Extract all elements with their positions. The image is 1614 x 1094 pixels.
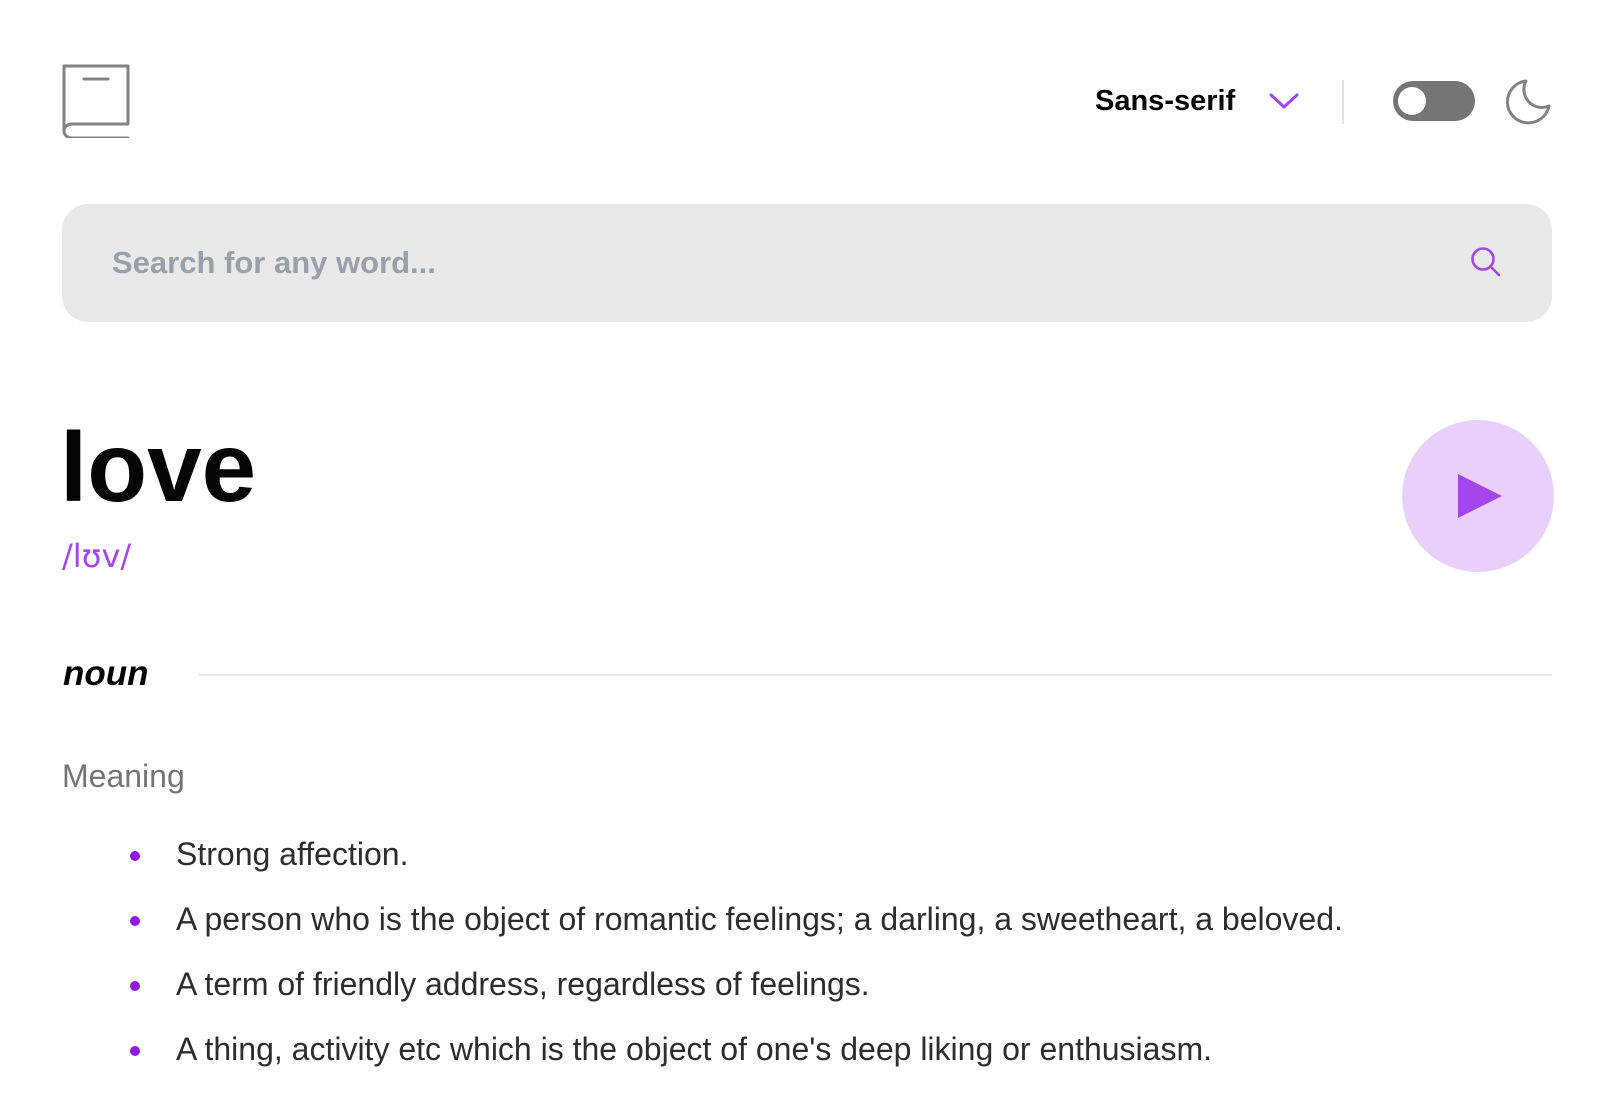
theme-toggle[interactable] (1393, 81, 1475, 121)
header-divider (1342, 80, 1344, 124)
font-selector-label: Sans-serif (1095, 84, 1236, 117)
search-input[interactable] (112, 204, 1442, 322)
definition-item: A person who is the object of romantic f… (128, 899, 1343, 964)
font-selector[interactable]: Sans-serif (1095, 84, 1299, 118)
part-of-speech: noun (63, 654, 149, 693)
definition-item: A term of friendly address, regardless o… (128, 964, 1343, 1029)
definition-item: Strong affection. (128, 834, 1343, 899)
moon-icon (1505, 79, 1551, 125)
word-title: love (60, 412, 257, 522)
definition-text: A term of friendly address, regardless o… (176, 966, 870, 1002)
definition-text: A person who is the object of romantic f… (176, 901, 1343, 937)
play-icon (1458, 474, 1502, 518)
chevron-down-icon (1269, 93, 1299, 109)
meaning-label: Meaning (62, 758, 185, 794)
search-bar (62, 204, 1552, 322)
bullet-icon (130, 851, 140, 861)
bullet-icon (130, 916, 140, 926)
definition-list: Strong affection. A person who is the ob… (128, 834, 1343, 1094)
bullet-icon (130, 1046, 140, 1056)
definition-item: A thing, activity etc which is the objec… (128, 1029, 1343, 1094)
definition-text: A thing, activity etc which is the objec… (176, 1031, 1212, 1067)
definition-text: Strong affection. (176, 836, 409, 872)
search-icon[interactable] (1470, 246, 1502, 278)
section-divider (199, 674, 1552, 676)
bullet-icon (130, 981, 140, 991)
phonetic-text: /lʊv/ (62, 537, 132, 575)
toggle-knob (1398, 87, 1426, 115)
book-icon[interactable] (62, 64, 130, 140)
play-audio-button[interactable] (1402, 420, 1554, 572)
